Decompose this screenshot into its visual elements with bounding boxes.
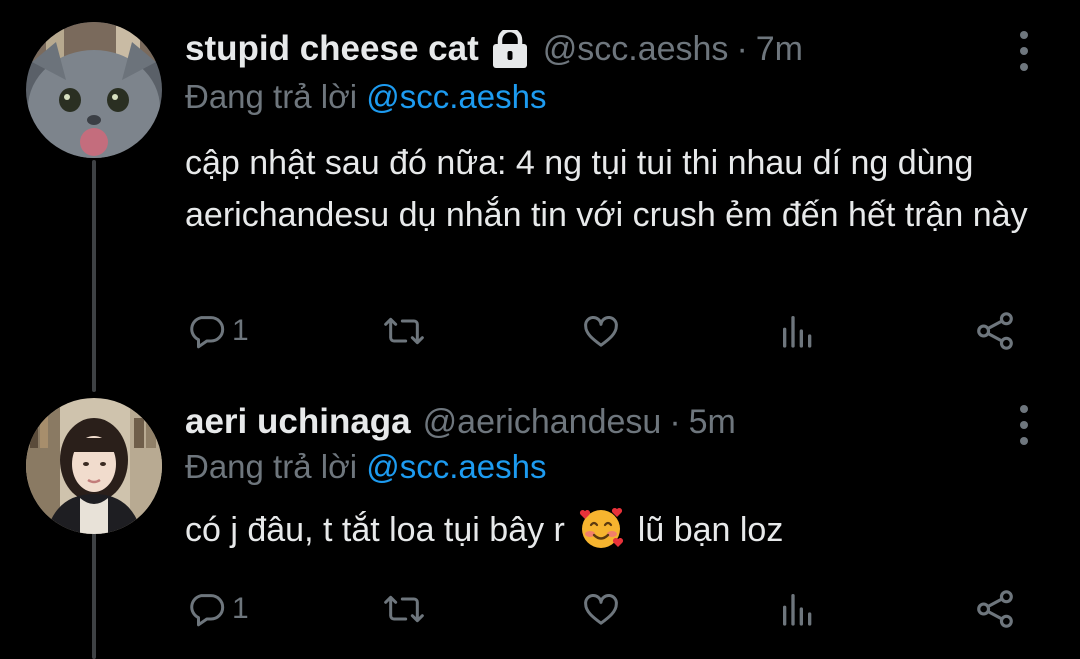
retweet-icon xyxy=(382,311,426,351)
share-button[interactable] xyxy=(974,306,1016,356)
action-bar: 1 xyxy=(0,306,1080,356)
cat-avatar-image xyxy=(26,22,162,158)
tweet-text: có j đâu, t tắt loa tụi bây r lũ bạn loz xyxy=(185,504,1045,556)
replying-to: Đang trả lời @scc.aeshs xyxy=(185,78,546,116)
reply-icon xyxy=(186,311,226,351)
timestamp[interactable]: 7m xyxy=(756,30,803,69)
display-name[interactable]: stupid cheese cat xyxy=(185,29,479,69)
reply-button[interactable]: 1 xyxy=(186,584,249,634)
smiling-face-with-hearts-icon xyxy=(578,505,624,551)
tweet-header: aeri uchinaga @aerichandesu · 5m xyxy=(185,398,736,446)
tweet-text-part: lũ bạn loz xyxy=(637,511,784,549)
reply-button[interactable]: 1 xyxy=(186,306,249,356)
analytics-icon xyxy=(778,311,818,351)
person-avatar-image xyxy=(26,398,162,534)
handle[interactable]: @scc.aeshs xyxy=(543,30,729,69)
more-options-icon[interactable] xyxy=(1012,405,1036,445)
tweet-text-part: có j đâu, t tắt loa tụi bây r xyxy=(185,511,565,549)
mention-link[interactable]: @scc.aeshs xyxy=(366,78,546,115)
reply-icon xyxy=(186,589,226,629)
retweet-button[interactable] xyxy=(382,306,426,356)
tweet-header: stupid cheese cat @scc.aeshs · 7m xyxy=(185,25,803,73)
replying-prefix: Đang trả lời xyxy=(185,448,358,485)
replying-to: Đang trả lời @scc.aeshs xyxy=(185,448,546,486)
display-name[interactable]: aeri uchinaga xyxy=(185,402,411,442)
separator: · xyxy=(736,29,748,68)
avatar[interactable] xyxy=(26,22,162,158)
tweet[interactable]: aeri uchinaga @aerichandesu · 5m Đang tr… xyxy=(0,380,1080,659)
timestamp[interactable]: 5m xyxy=(689,403,736,442)
lock-icon xyxy=(491,30,529,68)
analytics-icon xyxy=(778,589,818,629)
more-options-icon[interactable] xyxy=(1012,31,1036,71)
retweet-icon xyxy=(382,589,426,629)
like-button[interactable] xyxy=(580,584,622,634)
analytics-button[interactable] xyxy=(778,584,818,634)
tweet[interactable]: stupid cheese cat @scc.aeshs · 7m Đang t… xyxy=(0,0,1080,380)
analytics-button[interactable] xyxy=(778,306,818,356)
like-button[interactable] xyxy=(580,306,622,356)
separator: · xyxy=(669,402,681,441)
like-icon xyxy=(580,589,622,629)
replying-prefix: Đang trả lời xyxy=(185,78,358,115)
share-button[interactable] xyxy=(974,584,1016,634)
mention-link[interactable]: @scc.aeshs xyxy=(366,448,546,485)
share-icon xyxy=(974,588,1016,630)
retweet-button[interactable] xyxy=(382,584,426,634)
reply-count: 1 xyxy=(232,592,249,625)
handle[interactable]: @aerichandesu xyxy=(423,403,662,442)
reply-count: 1 xyxy=(232,314,249,347)
share-icon xyxy=(974,310,1016,352)
tweet-text: cập nhật sau đó nữa: 4 ng tụi tui thi nh… xyxy=(185,144,1028,234)
action-bar: 1 xyxy=(0,584,1080,634)
avatar[interactable] xyxy=(26,398,162,534)
like-icon xyxy=(580,311,622,351)
